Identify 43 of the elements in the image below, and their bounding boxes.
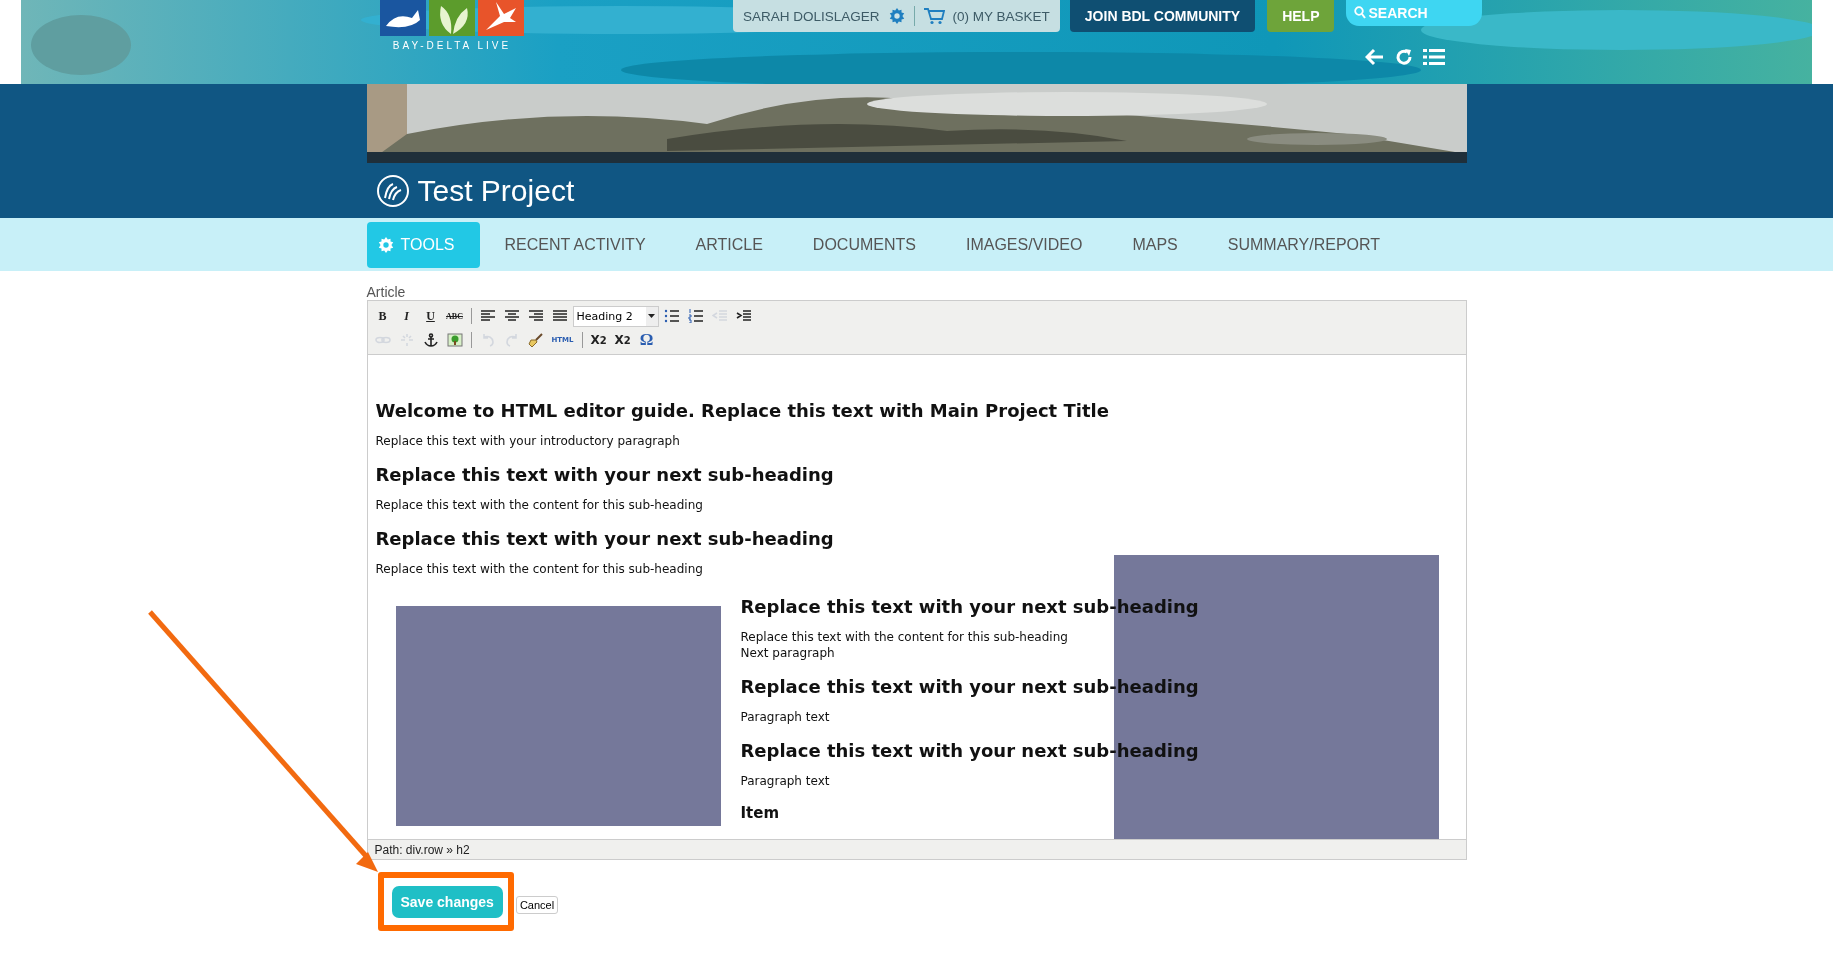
bullets-icon xyxy=(663,309,680,323)
numbers-icon xyxy=(687,309,704,323)
outdent-icon xyxy=(711,309,728,323)
align-center-icon xyxy=(503,309,520,323)
redo-icon xyxy=(503,333,520,347)
strike-button[interactable]: ABC xyxy=(443,305,466,327)
paragraph: Replace this text with the content for this sub-heading xyxy=(375,498,704,512)
underline-button[interactable]: U xyxy=(419,305,442,327)
cancel-button[interactable]: Cancel xyxy=(515,896,559,914)
image-icon xyxy=(446,333,463,347)
italic-button[interactable]: I xyxy=(395,305,418,327)
paragraph: Paragraph text xyxy=(740,774,831,788)
paragraph: Replace this text with your introductory paragraph xyxy=(375,434,681,448)
unlink-icon xyxy=(398,333,415,347)
list-item: Item xyxy=(740,804,781,822)
format-dropdown[interactable]: Heading 2 xyxy=(572,305,659,327)
paragraph: Replace this text with the content for this sub-heading xyxy=(375,562,704,576)
heading: Replace this text with your next sub-heading xyxy=(375,464,835,485)
indent-icon xyxy=(735,309,752,323)
tab[interactable]: MAPS xyxy=(1107,221,1203,268)
caret-icon xyxy=(648,314,655,318)
gear-icon xyxy=(376,235,395,254)
paragraph: Paragraph text xyxy=(740,710,831,724)
align-right-icon xyxy=(527,309,544,323)
paragraph: Replace this text with the content for this sub-heading xyxy=(740,630,1069,644)
clean-icon xyxy=(527,333,544,347)
heading: Welcome to HTML editor guide. Replace this text with Main Project Title xyxy=(375,400,1110,421)
bold-button[interactable]: B xyxy=(371,305,394,327)
tab[interactable]: SUMMARY/REPORT xyxy=(1202,221,1406,268)
symbol-button[interactable]: Ω xyxy=(635,329,658,351)
tab[interactable]: DOCUMENTS xyxy=(787,221,941,268)
tab[interactable]: IMAGES/VIDEO xyxy=(940,221,1108,268)
heading: Replace this text with your next sub-heading xyxy=(375,528,835,549)
anchor-icon xyxy=(422,333,439,347)
tab[interactable]: ARTICLE xyxy=(670,221,788,268)
element-path: Path: div.row » h2 xyxy=(374,842,470,857)
tab[interactable]: RECENT ACTIVITY xyxy=(479,221,671,268)
project-title: Test Project xyxy=(417,173,575,208)
waves-icon xyxy=(375,173,410,208)
paragraph: Next paragraph xyxy=(740,646,836,660)
field-label: Article xyxy=(366,284,407,300)
align-left-icon xyxy=(479,309,496,323)
justify-icon xyxy=(551,309,568,323)
